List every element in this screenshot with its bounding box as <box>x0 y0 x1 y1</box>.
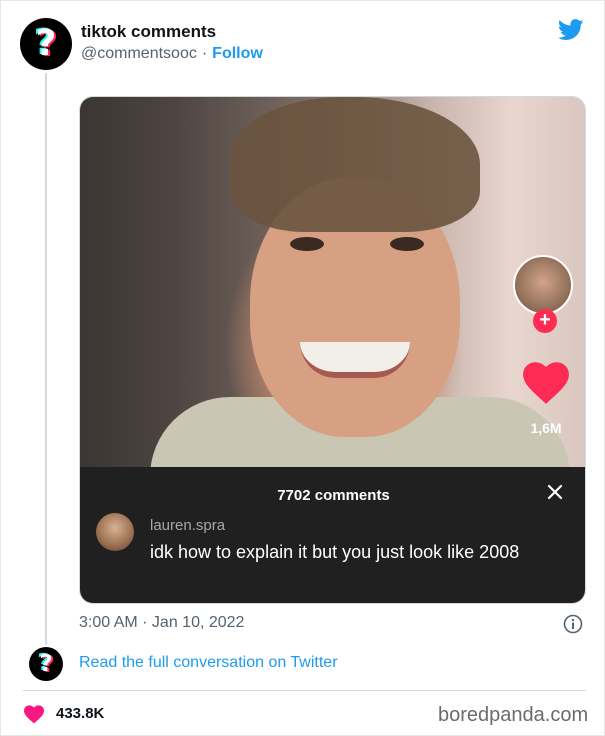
divider <box>23 690 586 691</box>
comments-count: 7702 comments <box>277 487 390 504</box>
like-heart-icon[interactable] <box>23 704 45 724</box>
watermark: boredpanda.com <box>438 704 589 726</box>
thread-line <box>45 73 47 645</box>
like-count: 433.8K <box>56 705 105 722</box>
tweet-timestamp[interactable]: 3:00 AM · Jan 10, 2022 <box>79 614 244 632</box>
separator-dot: · <box>201 45 208 62</box>
follow-button[interactable]: Follow <box>212 45 263 63</box>
question-mark-logo-icon: ??? <box>33 22 59 65</box>
tweet-card: ??? tiktok comments @commentsooc · Follo… <box>0 0 605 736</box>
display-name[interactable]: tiktok comments <box>81 22 216 42</box>
plus-icon[interactable]: + <box>533 309 557 333</box>
video-like-count: 1,6M <box>530 420 562 436</box>
tweet-media[interactable]: + 1,6M 7702 comments lauren.spra idk how… <box>79 96 586 604</box>
question-mark-logo-icon: ??? <box>37 650 55 678</box>
twitter-bird-icon[interactable] <box>558 19 584 41</box>
read-conversation-link[interactable]: Read the full conversation on Twitter <box>79 654 338 672</box>
close-icon[interactable] <box>546 483 564 501</box>
commenter-username[interactable]: lauren.spra <box>150 517 225 534</box>
video-frame: + 1,6M <box>80 97 585 477</box>
video-subject-eye <box>390 237 424 251</box>
user-handle[interactable]: @commentsooc <box>81 45 197 63</box>
video-subject-hair <box>230 97 480 232</box>
comments-panel: 7702 comments lauren.spra idk how to exp… <box>80 467 585 603</box>
handle-row: @commentsooc · Follow <box>81 45 263 63</box>
heart-icon[interactable] <box>521 359 571 405</box>
creator-avatar[interactable] <box>513 255 573 315</box>
commenter-avatar[interactable] <box>96 513 134 551</box>
video-subject-eye <box>290 237 324 251</box>
comment-text: idk how to explain it but you just look … <box>150 542 520 562</box>
profile-avatar[interactable]: ??? <box>20 18 72 70</box>
info-icon[interactable] <box>563 614 583 634</box>
profile-avatar-small[interactable]: ??? <box>29 647 63 681</box>
